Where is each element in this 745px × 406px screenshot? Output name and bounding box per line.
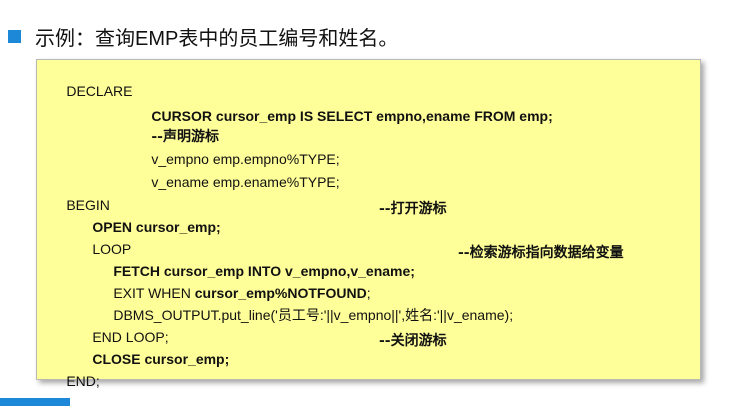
code-text: CLOSE cursor_emp; xyxy=(92,351,230,367)
code-text: v_ename emp.ename%TYPE; xyxy=(151,174,340,190)
slide: 示例：查询EMP表中的员工编号和姓名。 DECLARE CURSOR curso… xyxy=(0,0,745,406)
code-comment: --检索游标指向数据给变量 xyxy=(458,245,624,261)
code-comment: --关闭游标 xyxy=(379,333,447,349)
code-text: END; xyxy=(66,373,100,389)
square-bullet-icon xyxy=(8,30,21,43)
code-comment: --打开游标 xyxy=(379,201,447,217)
code-line-declare: DECLARE xyxy=(43,64,132,118)
code-block: DECLARE CURSOR cursor_emp IS SELECT empn… xyxy=(36,59,701,389)
title-row: 示例：查询EMP表中的员工编号和姓名。 xyxy=(8,22,398,51)
code-text: DBMS_OUTPUT.put_line('员工号:'||v_empno||',… xyxy=(113,307,514,323)
code-text: DECLARE xyxy=(66,83,133,99)
accent-bar xyxy=(0,398,70,406)
slide-title: 示例：查询EMP表中的员工编号和姓名。 xyxy=(35,28,399,50)
code-line-close: CLOSE cursor_emp; --关闭游标 xyxy=(69,332,669,404)
